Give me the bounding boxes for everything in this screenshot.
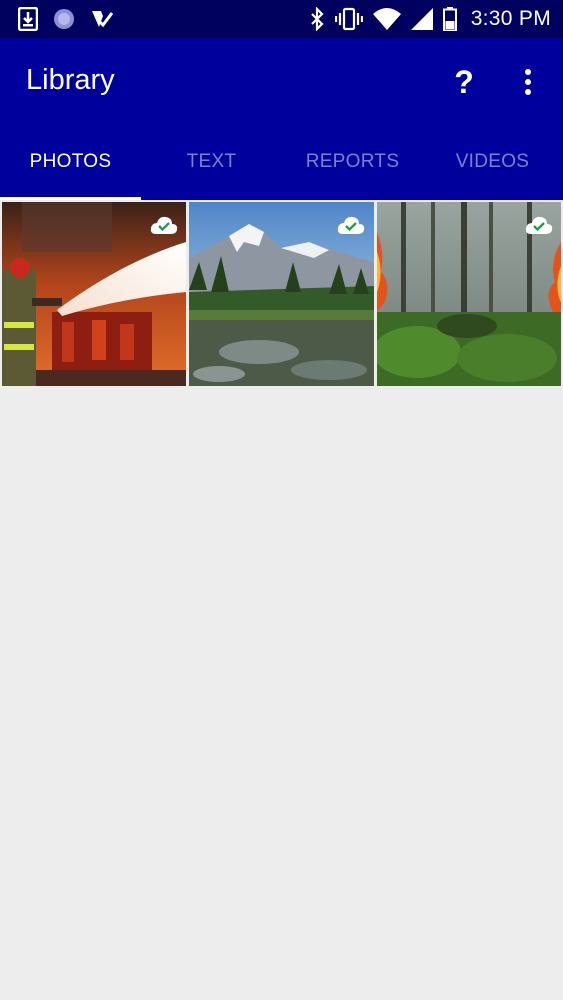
photo-thumbnail-mountain[interactable] — [189, 202, 374, 386]
photo-thumbnail-firefighter[interactable] — [2, 202, 186, 386]
help-button[interactable]: ? — [444, 62, 484, 102]
vibrate-icon — [334, 7, 363, 31]
circle-app-icon — [54, 9, 74, 29]
cloud-synced-icon — [337, 216, 365, 234]
tab-photos[interactable]: PHOTOS — [0, 138, 141, 200]
clock-time: 3:30 PM — [470, 7, 551, 30]
page-title: Library — [26, 64, 115, 96]
download-icon — [18, 7, 38, 31]
help-icon: ? — [454, 64, 474, 100]
tab-bar: PHOTOS TEXT REPORTS VIDEOS — [0, 138, 563, 200]
tab-videos[interactable]: VIDEOS — [422, 138, 563, 200]
more-vert-icon-dot-3 — [525, 89, 531, 95]
more-options-button[interactable] — [510, 62, 546, 102]
cloud-synced-icon — [525, 216, 553, 234]
check-app-icon — [92, 11, 114, 28]
wifi-icon — [372, 8, 401, 30]
cloud-synced-icon — [150, 216, 178, 234]
signal-icon — [410, 8, 433, 30]
photo-thumbnail-forest-fire[interactable] — [377, 202, 561, 386]
battery-icon — [442, 7, 457, 31]
tab-reports[interactable]: REPORTS — [282, 138, 423, 200]
more-vert-icon-dot-1 — [525, 69, 531, 75]
bluetooth-icon — [310, 7, 324, 31]
more-vert-icon-dot-2 — [525, 79, 531, 85]
tab-text[interactable]: TEXT — [141, 138, 282, 200]
photo-grid — [0, 200, 563, 386]
status-bar: 3:30 PM — [0, 0, 563, 38]
app-bar: Library ? PHOTOS TEXT REPORTS VIDEOS — [0, 38, 563, 200]
